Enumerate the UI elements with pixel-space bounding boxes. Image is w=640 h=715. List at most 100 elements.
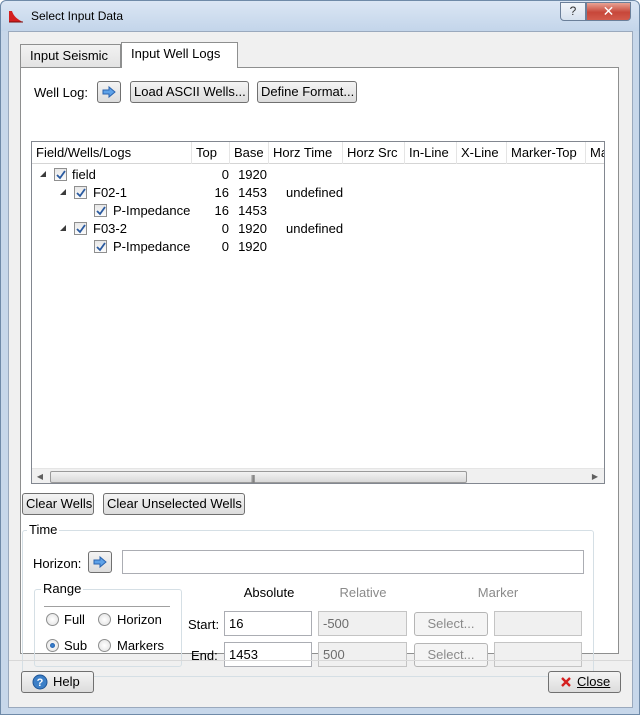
range-full-radio[interactable] bbox=[46, 613, 59, 626]
scroll-left-icon[interactable]: ◀ bbox=[35, 472, 45, 482]
close-button[interactable]: Close bbox=[548, 671, 621, 693]
title-help-button[interactable]: ? bbox=[560, 2, 586, 21]
col-header-base[interactable]: Base bbox=[230, 142, 269, 164]
well-log-label: Well Log: bbox=[34, 85, 88, 100]
col-header-horz-src[interactable]: Horz Src bbox=[343, 142, 405, 164]
col-header-x-line[interactable]: X-Line bbox=[457, 142, 507, 164]
tree-header: Field/Wells/Logs Top Base Horz Time Horz… bbox=[32, 142, 604, 164]
help-button[interactable]: ? Help bbox=[21, 671, 94, 693]
start-marker-select-button[interactable]: Select... bbox=[414, 612, 488, 636]
wells-tree-table[interactable]: Field/Wells/Logs Top Base Horz Time Horz… bbox=[31, 141, 605, 484]
dialog-client-area: Input Seismic Input Well Logs Well Log: … bbox=[8, 31, 633, 708]
start-label: Start: bbox=[188, 617, 220, 632]
row-base: 1920 bbox=[238, 221, 267, 236]
row-top: 16 bbox=[214, 203, 229, 218]
check-icon bbox=[76, 224, 86, 234]
scroll-right-icon[interactable]: ▶ bbox=[590, 472, 600, 482]
well-checkbox[interactable] bbox=[74, 222, 87, 235]
help-button-label: Help bbox=[53, 674, 80, 689]
arrow-right-icon bbox=[102, 85, 116, 99]
range-full-label: Full bbox=[64, 612, 85, 627]
row-name: P-Impedance bbox=[113, 239, 191, 254]
check-icon bbox=[96, 242, 106, 252]
help-circle-icon: ? bbox=[32, 674, 48, 690]
range-group-title: Range bbox=[41, 581, 84, 596]
horizon-select-button[interactable] bbox=[88, 551, 112, 573]
col-header-marker-more[interactable]: Ma bbox=[586, 142, 604, 164]
svg-text:?: ? bbox=[37, 677, 44, 689]
title-close-button[interactable]: ✕ bbox=[586, 2, 631, 21]
close-x-icon bbox=[561, 677, 571, 687]
app-logo-icon bbox=[9, 11, 23, 23]
log-checkbox[interactable] bbox=[94, 204, 107, 217]
arrow-right-icon bbox=[93, 555, 107, 569]
check-icon bbox=[56, 170, 66, 180]
range-horizon-radio[interactable] bbox=[98, 613, 111, 626]
expanded-triangle-icon[interactable] bbox=[59, 224, 67, 232]
row-base: 1920 bbox=[238, 239, 267, 254]
end-relative-input[interactable]: 500 bbox=[318, 642, 407, 667]
time-group-title: Time bbox=[27, 522, 60, 537]
footer-divider bbox=[9, 660, 632, 661]
title-bar[interactable]: Select Input Data ? ✕ bbox=[1, 1, 639, 31]
col-header-in-line[interactable]: In-Line bbox=[405, 142, 457, 164]
horizon-input[interactable] bbox=[122, 550, 584, 574]
well-checkbox[interactable] bbox=[74, 186, 87, 199]
range-markers-radio[interactable] bbox=[98, 639, 111, 652]
expanded-triangle-icon[interactable] bbox=[59, 188, 67, 196]
range-sub-label: Sub bbox=[64, 638, 88, 653]
tree-horizontal-scrollbar[interactable]: ◀ ||| ▶ bbox=[32, 468, 604, 483]
row-name: F03-2 bbox=[93, 221, 127, 236]
clear-wells-button[interactable]: Clear Wells bbox=[22, 493, 94, 515]
start-marker-input[interactable] bbox=[494, 611, 582, 636]
marker-column-heading: Marker bbox=[477, 585, 519, 600]
field-checkbox[interactable] bbox=[54, 168, 67, 181]
horizon-label: Horizon: bbox=[33, 556, 82, 571]
well-logs-panel: Well Log: Load ASCII Wells... Define For… bbox=[20, 67, 619, 677]
row-top: 0 bbox=[221, 221, 229, 236]
start-absolute-input[interactable]: 16 bbox=[224, 611, 312, 636]
range-markers-label: Markers bbox=[117, 638, 164, 653]
scrollbar-thumb[interactable]: ||| bbox=[50, 471, 467, 483]
row-name: P-Impedance bbox=[113, 203, 191, 218]
row-base: 1920 bbox=[238, 167, 267, 182]
col-header-horz-time[interactable]: Horz Time bbox=[269, 142, 343, 164]
range-divider bbox=[44, 606, 170, 607]
row-name: field bbox=[72, 167, 96, 182]
absolute-column-heading: Absolute bbox=[243, 585, 295, 600]
col-header-field[interactable]: Field/Wells/Logs bbox=[32, 142, 192, 164]
start-relative-input[interactable]: -500 bbox=[318, 611, 407, 636]
tree-row-log[interactable]: P-Impedance 0 1920 bbox=[32, 238, 604, 256]
row-top: 16 bbox=[214, 185, 229, 200]
row-name: F02-1 bbox=[93, 185, 127, 200]
tree-row-well[interactable]: F03-2 0 1920 undefined bbox=[32, 220, 604, 238]
well-log-select-button[interactable] bbox=[97, 81, 121, 103]
dialog-window: Select Input Data ? ✕ Input Seismic Inpu… bbox=[0, 0, 640, 715]
tree-row-field[interactable]: field 0 1920 bbox=[32, 166, 604, 184]
row-top: 0 bbox=[221, 239, 229, 254]
check-icon bbox=[96, 206, 106, 216]
tree-row-log[interactable]: P-Impedance 16 1453 bbox=[32, 202, 604, 220]
range-sub-radio[interactable] bbox=[46, 639, 59, 652]
load-ascii-wells-button[interactable]: Load ASCII Wells... bbox=[130, 81, 249, 103]
clear-unselected-wells-button[interactable]: Clear Unselected Wells bbox=[103, 493, 245, 515]
col-header-marker-top[interactable]: Marker-Top bbox=[507, 142, 586, 164]
row-base: 1453 bbox=[238, 203, 267, 218]
range-horizon-label: Horizon bbox=[117, 612, 162, 627]
expanded-triangle-icon[interactable] bbox=[39, 170, 47, 178]
col-header-top[interactable]: Top bbox=[192, 142, 230, 164]
end-marker-input[interactable] bbox=[494, 642, 582, 667]
check-icon bbox=[76, 188, 86, 198]
row-horz-time: undefined bbox=[286, 185, 344, 200]
tree-row-well[interactable]: F02-1 16 1453 undefined bbox=[32, 184, 604, 202]
row-top: 0 bbox=[221, 167, 229, 182]
close-button-label: Close bbox=[577, 674, 611, 689]
row-horz-time: undefined bbox=[286, 221, 344, 236]
tab-input-well-logs[interactable]: Input Well Logs bbox=[121, 42, 238, 68]
end-absolute-input[interactable]: 1453 bbox=[224, 642, 312, 667]
tab-input-seismic[interactable]: Input Seismic bbox=[20, 44, 121, 67]
row-base: 1453 bbox=[238, 185, 267, 200]
end-marker-select-button[interactable]: Select... bbox=[414, 643, 488, 667]
log-checkbox[interactable] bbox=[94, 240, 107, 253]
define-format-button[interactable]: Define Format... bbox=[257, 81, 357, 103]
